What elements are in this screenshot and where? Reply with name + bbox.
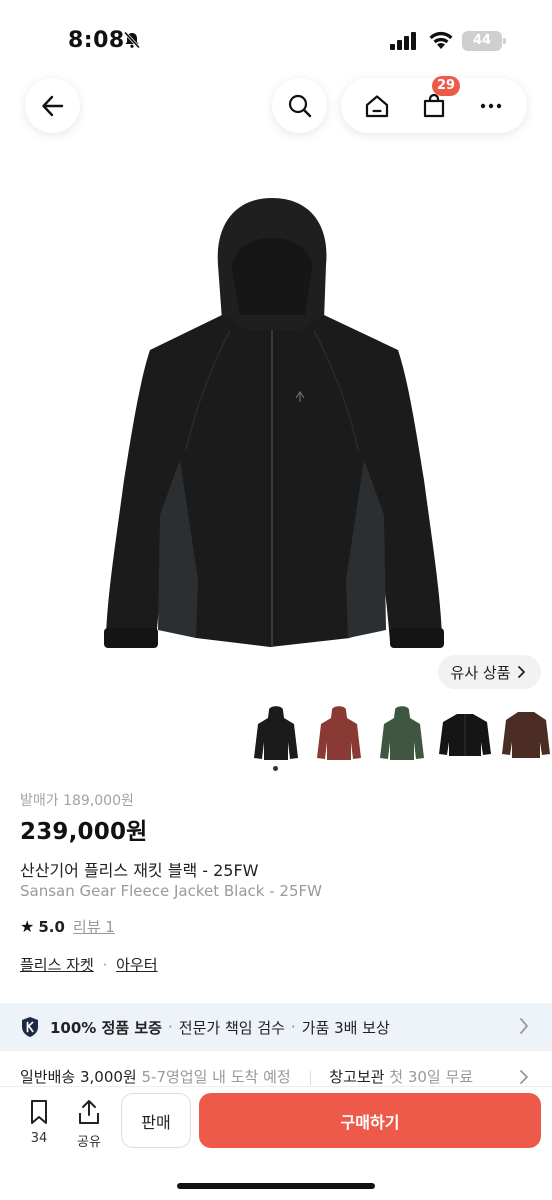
search-button[interactable] — [272, 78, 327, 133]
shipping-info-row[interactable]: 일반배송 3,000원 5-7영업일 내 도착 예정 창고보관 첫 30일 무료 — [20, 1066, 552, 1086]
thumbnail-jacket-shape — [502, 712, 550, 758]
rating-score: 5.0 — [38, 917, 65, 936]
battery-indicator: 44 — [462, 31, 506, 51]
storage-option: 창고보관 — [329, 1068, 385, 1086]
thumbnail-jacket-shape — [317, 706, 361, 760]
more-options-button[interactable] — [469, 84, 513, 128]
cart-button[interactable]: 29 — [412, 75, 461, 128]
review-link[interactable]: 리뷰 1 — [73, 916, 115, 937]
cart-count-badge: 29 — [431, 75, 461, 96]
shield-k-icon — [22, 1017, 38, 1037]
more-dots-icon — [480, 103, 501, 108]
chevron-right-icon — [520, 1070, 528, 1084]
product-image[interactable] — [0, 150, 552, 695]
shipping-divider — [309, 1070, 311, 1085]
wifi-icon — [429, 31, 453, 49]
similar-products-label: 유사 상품 — [450, 663, 511, 682]
selected-thumbnail-indicator — [273, 766, 278, 771]
bookmark-button[interactable]: 34 — [22, 1099, 56, 1146]
share-label: 공유 — [77, 1135, 101, 1150]
home-icon — [366, 94, 389, 117]
home-indicator — [177, 1183, 375, 1189]
thumbnail-brown[interactable] — [500, 702, 552, 766]
battery-level: 44 — [472, 33, 492, 48]
star-icon: ★ — [20, 917, 35, 936]
guarantee-compensation: 가품 3배 보상 — [301, 1018, 390, 1037]
current-price: 239,000원 — [20, 819, 148, 845]
thumbnail-black[interactable] — [250, 702, 302, 766]
share-icon — [79, 1100, 99, 1124]
buy-label: 구매하기 — [340, 1112, 400, 1132]
category-breadcrumb: 플리스 자켓 · 아우터 — [20, 954, 158, 975]
status-time: 8:08 — [68, 28, 125, 53]
guarantee-dot: · — [168, 1018, 173, 1036]
share-button[interactable]: 공유 — [72, 1099, 106, 1150]
thumbnail-red[interactable] — [313, 702, 365, 766]
buy-button[interactable]: 구매하기 — [199, 1093, 541, 1148]
search-icon — [288, 94, 311, 117]
silent-bell-icon — [123, 31, 141, 49]
bookmark-count: 34 — [30, 1131, 48, 1146]
category-link-outer[interactable]: 아우터 — [116, 956, 157, 974]
thumbnail-jacket-shape — [380, 706, 424, 760]
header-actions: 29 — [341, 75, 527, 133]
storage-note: 첫 30일 무료 — [389, 1068, 474, 1086]
guarantee-dot: · — [290, 1018, 296, 1036]
guarantee-authentic: 100% 정품 보증 — [50, 1018, 162, 1037]
shipping-eta: 5-7영업일 내 도착 예정 — [141, 1068, 291, 1086]
home-button[interactable] — [355, 84, 399, 128]
sell-label: 판매 — [141, 1112, 171, 1132]
cellular-signal-icon — [390, 32, 416, 50]
thumbnail-jacket-shape — [254, 706, 298, 760]
product-title-ko: 산산기어 플리스 재킷 블랙 - 25FW — [20, 861, 259, 880]
product-title-en: Sansan Gear Fleece Jacket Black - 25FW — [20, 882, 322, 900]
chevron-right-icon — [518, 666, 526, 678]
status-bar: 8:08 44 — [0, 0, 552, 70]
similar-products-button[interactable]: 유사 상품 — [438, 655, 541, 689]
category-link-fleece[interactable]: 플리스 자켓 — [20, 956, 94, 974]
arrow-left-icon — [41, 95, 63, 116]
thumbnail-black-fleece[interactable] — [437, 702, 493, 766]
thumbnail-green[interactable] — [376, 702, 428, 766]
bookmark-icon — [31, 1100, 47, 1124]
back-button[interactable] — [25, 78, 80, 133]
rating-row: ★ 5.0 리뷰 1 — [20, 916, 115, 937]
product-detail-page: 8:08 44 29 유사 상품 발매가 189,000원 239,000원 산… — [0, 0, 552, 1200]
chevron-right-icon — [520, 1018, 528, 1034]
authenticity-banner[interactable]: 100% 정품 보증 · 전문가 책임 검수 · 가품 3배 보상 — [0, 1003, 552, 1051]
sell-button[interactable]: 판매 — [121, 1093, 191, 1148]
category-separator: · — [102, 956, 108, 974]
shopping-bag-icon — [423, 93, 445, 117]
shipping-type: 일반배송 3,000원 — [20, 1068, 137, 1086]
guarantee-inspection: 전문가 책임 검수 — [178, 1018, 285, 1037]
release-price: 발매가 189,000원 — [20, 793, 134, 809]
